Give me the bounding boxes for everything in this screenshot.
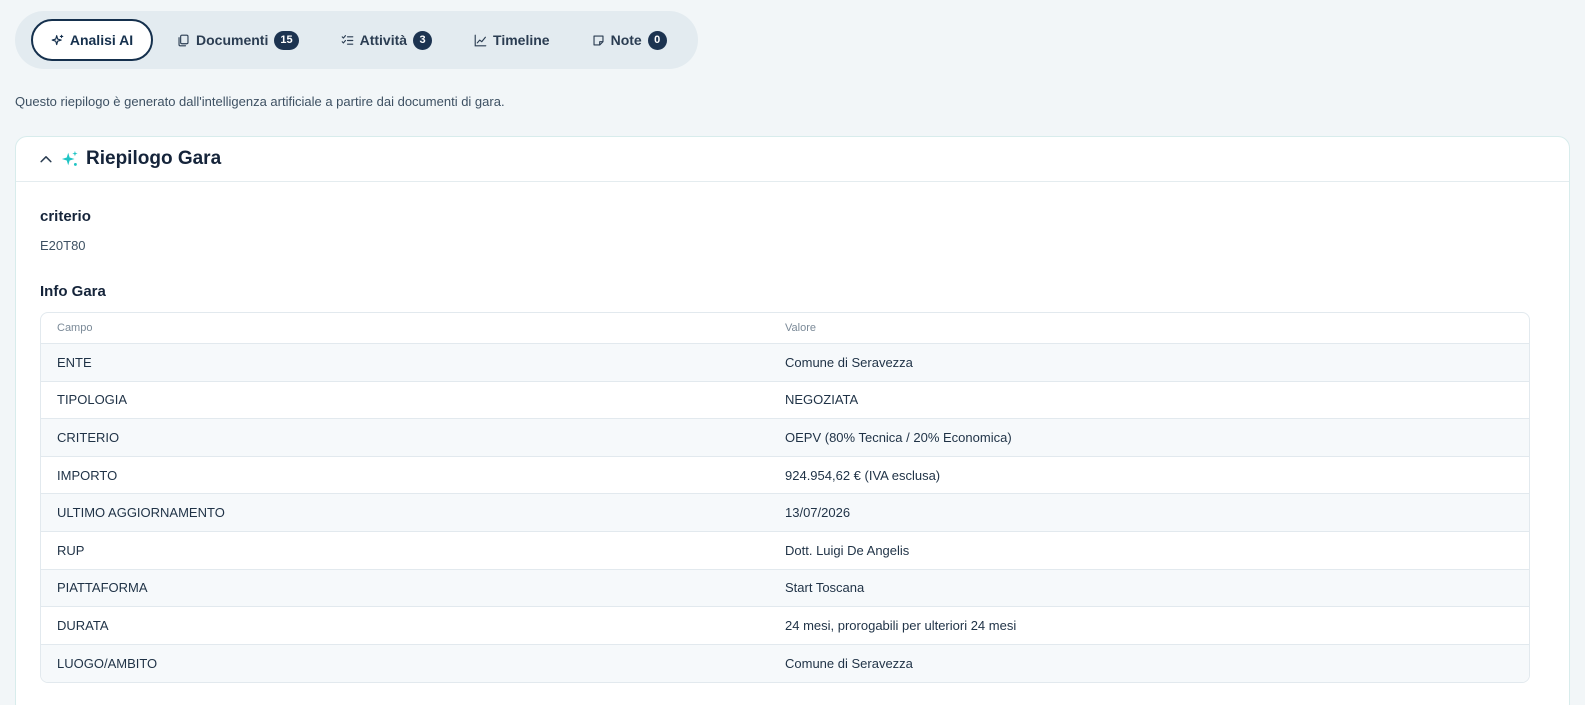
- tab-documenti[interactable]: Documenti 15: [177, 19, 299, 61]
- cell-valore: OEPV (80% Tecnica / 20% Economica): [785, 429, 1012, 445]
- table-body: ENTE Comune di Seravezza TIPOLOGIA NEGOZIAT…: [41, 344, 1529, 683]
- cell-valore: 13/07/2026: [785, 505, 851, 521]
- cell-campo: RUP: [57, 542, 85, 558]
- count-badge: 0: [647, 30, 667, 50]
- table-row: TIPOLOGIA NEGOZIATA: [41, 382, 1529, 420]
- card-title: Riepilogo Gara: [86, 148, 222, 169]
- cell-campo: ENTE: [57, 354, 92, 370]
- table-row: LUOGO/AMBITO Comune di Seravezza: [41, 644, 1529, 683]
- info-gara-table: Campo Valore ENTE Comune di Seravezza TIPO…: [40, 312, 1530, 684]
- cell-valore: Comune di Seravezza: [785, 656, 913, 672]
- line-chart-icon: [474, 34, 487, 46]
- tab-label: Attività: [359, 32, 408, 48]
- cell-valore: Dott. Luigi De Angelis: [785, 542, 910, 558]
- table-row: ENTE Comune di Seravezza: [41, 344, 1529, 382]
- cell-campo: LUOGO/AMBITO: [57, 656, 158, 672]
- documents-icon: [178, 34, 189, 46]
- table-header: Campo Valore: [41, 313, 1529, 344]
- tab-label: Timeline: [493, 32, 550, 48]
- card-header[interactable]: Riepilogo Gara: [16, 137, 1569, 182]
- criterio-value: E20T80: [40, 238, 86, 253]
- cell-valore: 24 mesi, prorogabili per ulteriori 24 me…: [785, 617, 1017, 633]
- tab-attivita[interactable]: Attività 3: [341, 19, 433, 61]
- cell-valore: Start Toscana: [785, 580, 865, 596]
- tab-label: Documenti: [196, 32, 269, 48]
- tab-timeline[interactable]: Timeline: [474, 19, 550, 61]
- info-gara-label: Info Gara: [40, 283, 106, 300]
- cell-campo: IMPORTO: [57, 467, 118, 483]
- cell-campo: ULTIMO AGGIORNAMENTO: [57, 505, 225, 521]
- checklist-icon: [341, 34, 353, 45]
- cell-valore: 924.954,62 € (IVA esclusa): [785, 467, 941, 483]
- count-badge: 3: [413, 30, 433, 50]
- cell-valore: NEGOZIATA: [785, 392, 859, 408]
- note-icon: [593, 34, 604, 46]
- table-row: CRITERIO OEPV (80% Tecnica / 20% Economic…: [41, 419, 1529, 457]
- table-row: PIATTAFORMA Start Toscana: [41, 569, 1529, 608]
- cell-valore: Comune di Seravezza: [785, 354, 913, 370]
- sparkle-icon: [51, 34, 64, 45]
- chevron-up-icon[interactable]: [39, 152, 53, 166]
- cell-campo: DURATA: [57, 617, 109, 633]
- cell-campo: TIPOLOGIA: [57, 392, 128, 408]
- tab-bar: Analisi AI Documenti 15 Attività 3 Timel…: [15, 11, 698, 69]
- tab-note[interactable]: Note 0: [592, 19, 667, 61]
- column-header-valore: Valore: [785, 322, 816, 334]
- criterio-label: criterio: [40, 208, 91, 225]
- riepilogo-gara-card: Riepilogo Gara criterio E20T80 Info Gara…: [15, 136, 1570, 705]
- intro-text: Questo riepilogo è generato dall'intelli…: [15, 94, 505, 109]
- table-row: IMPORTO 924.954,62 € (IVA esclusa): [41, 457, 1529, 495]
- page: Analisi AI Documenti 15 Attività 3 Timel…: [0, 0, 1585, 705]
- column-header-campo: Campo: [57, 322, 93, 334]
- cell-campo: CRITERIO: [57, 429, 120, 445]
- tab-analisi-ai[interactable]: Analisi AI: [31, 19, 153, 61]
- cell-campo: PIATTAFORMA: [57, 580, 148, 596]
- sparkles-icon: [61, 150, 78, 166]
- tab-label: Analisi AI: [69, 32, 134, 48]
- table-row: ULTIMO AGGIORNAMENTO 13/07/2026: [41, 494, 1529, 532]
- count-badge: 15: [274, 30, 299, 50]
- tab-label: Note: [610, 32, 642, 48]
- table-row: DURATA 24 mesi, prorogabili per ulteriori…: [41, 607, 1529, 645]
- table-row: RUP Dott. Luigi De Angelis: [41, 532, 1529, 570]
